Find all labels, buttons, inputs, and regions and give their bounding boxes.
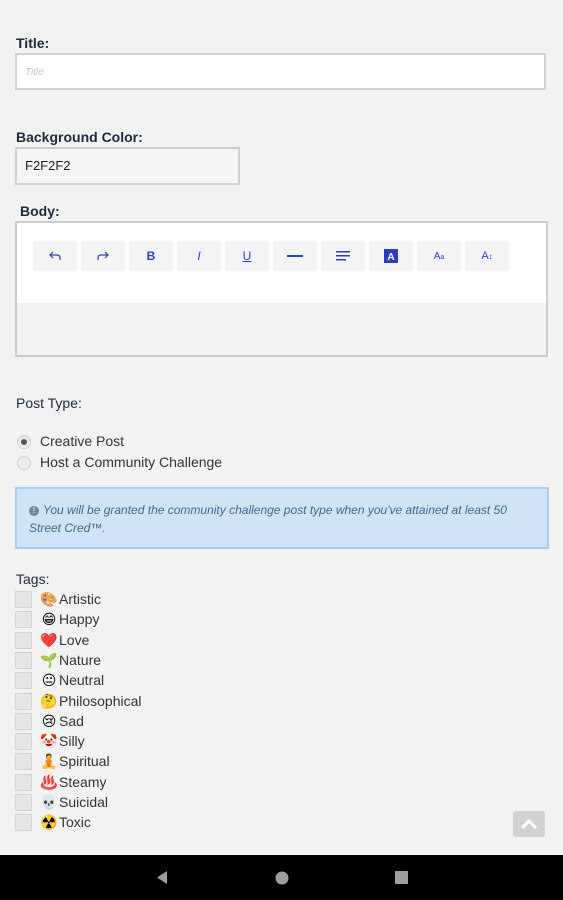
bold-button[interactable]: B	[129, 241, 173, 271]
notice-text: You will be granted the community challe…	[29, 503, 507, 535]
bold-icon: B	[146, 249, 156, 263]
system-navigation-bar	[0, 855, 563, 900]
tag-checkbox[interactable]	[15, 631, 32, 649]
tag-label: Spiritual	[59, 753, 110, 770]
title-label: Title:	[16, 35, 50, 51]
tag-label: Love	[59, 631, 90, 648]
font-size-up-button[interactable]: A↕	[465, 241, 509, 271]
post-type-label: Post Type:	[16, 395, 82, 411]
editor-toolbar: B I U A Aa A↕	[17, 223, 546, 303]
tag-checkbox[interactable]	[15, 753, 32, 771]
tag-label: Sad	[59, 712, 84, 729]
tag-checkbox[interactable]	[15, 794, 32, 811]
body-label: Body:	[20, 203, 60, 219]
align-button[interactable]	[321, 241, 365, 271]
horizontal-rule-icon	[287, 255, 303, 257]
tag-label: Toxic	[59, 814, 91, 831]
info-icon: !	[29, 506, 39, 516]
tag-emoji-icon: ☢️	[40, 814, 58, 831]
tag-label: Silly	[59, 733, 85, 750]
font-size-down-button[interactable]: Aa	[417, 241, 461, 271]
tag-label: Happy	[59, 611, 100, 628]
chevron-up-icon	[520, 818, 538, 830]
tag-label: Neutral	[59, 672, 105, 689]
recents-button[interactable]	[395, 871, 408, 889]
radio-creative-post-label: Creative Post	[40, 433, 125, 449]
tag-checkbox[interactable]	[15, 651, 32, 669]
italic-button[interactable]: I	[177, 241, 221, 271]
tag-checkbox[interactable]	[15, 712, 32, 730]
tag-emoji-icon: 🌱	[40, 651, 58, 668]
tag-emoji-icon: 🧘	[40, 753, 58, 770]
align-icon	[336, 251, 350, 261]
undo-icon	[49, 251, 61, 260]
tag-checkbox[interactable]	[15, 672, 32, 690]
tag-label: Suicidal	[59, 794, 109, 810]
title-input[interactable]: Title	[15, 53, 546, 90]
tag-emoji-icon: 💀	[40, 794, 58, 810]
font-size-down-icon: Aa	[433, 250, 445, 262]
horizontal-rule-button[interactable]	[273, 241, 317, 271]
background-color-input[interactable]: F2F2F2	[15, 147, 240, 185]
scroll-to-top-button[interactable]	[513, 811, 545, 837]
tag-checkbox[interactable]	[15, 611, 32, 629]
home-button[interactable]	[275, 871, 289, 890]
back-button[interactable]	[155, 870, 169, 890]
tag-checkbox[interactable]	[15, 692, 32, 710]
home-icon	[275, 871, 289, 885]
tag-checkbox[interactable]	[15, 591, 32, 608]
radio-creative-post[interactable]	[17, 435, 31, 449]
tag-label: Nature	[59, 651, 102, 668]
italic-icon: I	[197, 249, 201, 263]
tags-label: Tags:	[16, 571, 50, 587]
tag-checkbox[interactable]	[15, 733, 32, 751]
redo-button[interactable]	[81, 241, 125, 271]
font-size-up-icon: A↕	[481, 250, 493, 262]
back-icon	[157, 871, 167, 884]
body-editor[interactable]: B I U A Aa A↕	[15, 221, 548, 357]
tag-emoji-icon: ♨️	[40, 773, 58, 790]
undo-button[interactable]	[33, 241, 77, 271]
info-notice: ! You will be granted the community chall…	[15, 487, 549, 549]
tag-emoji-icon: 🤡	[40, 733, 58, 750]
text-color-button[interactable]: A	[369, 241, 413, 271]
background-color-label: Background Color:	[16, 129, 143, 145]
radio-community-challenge-label: Host a Community Challenge	[40, 454, 223, 470]
tag-checkbox[interactable]	[15, 814, 32, 832]
tag-label: Steamy	[59, 773, 107, 790]
tag-label: Philosophical	[59, 692, 142, 709]
recents-icon	[395, 871, 408, 884]
redo-icon	[97, 251, 109, 260]
radio-community-challenge[interactable]	[17, 456, 31, 470]
tag-emoji-icon: 😢	[41, 712, 57, 729]
tag-checkbox[interactable]	[15, 773, 32, 791]
tag-emoji-icon: 🤔	[40, 692, 58, 709]
svg-text:A: A	[387, 252, 394, 263]
tag-emoji-icon: ❤️	[40, 631, 58, 648]
tag-emoji-icon: 🎨	[40, 591, 58, 607]
tag-emoji-icon: 😐	[41, 672, 57, 689]
tag-emoji-icon: 😁	[41, 611, 57, 628]
underline-button[interactable]: U	[225, 241, 269, 271]
text-color-icon: A	[384, 249, 398, 263]
underline-icon: U	[242, 249, 252, 263]
tag-label: Artistic	[59, 591, 101, 607]
